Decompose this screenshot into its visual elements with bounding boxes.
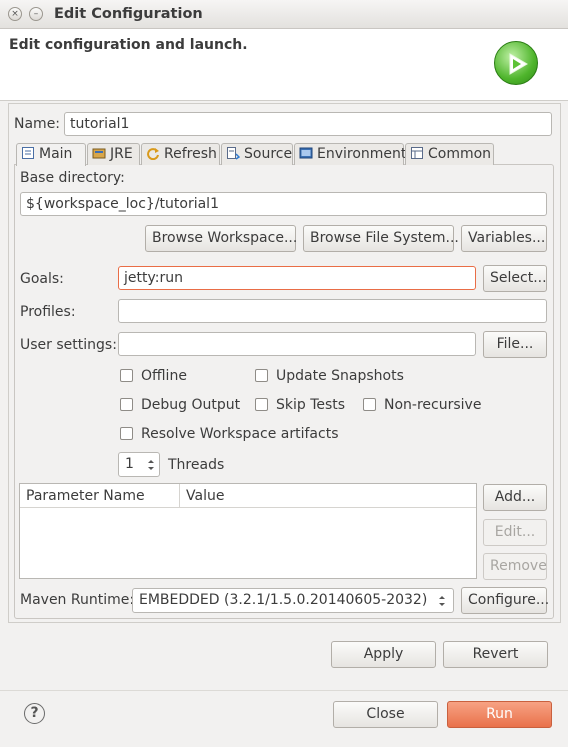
non-recursive-label: Non-recursive [384, 397, 482, 413]
column-value[interactable]: Value [180, 484, 476, 508]
jre-icon [92, 146, 106, 160]
tab-refresh[interactable]: Refresh [141, 143, 220, 165]
maven-runtime-select[interactable]: EMBEDDED (3.2.1/1.5.0.20140605-2032) [132, 588, 454, 613]
help-icon[interactable]: ? [24, 703, 45, 724]
base-directory-label: Base directory: [20, 170, 125, 186]
select-goals-button[interactable]: Select... [483, 265, 547, 292]
window-title: Edit Configuration [54, 6, 203, 22]
apply-button[interactable]: Apply [331, 641, 436, 668]
threads-value: 1 [125, 456, 134, 472]
footer-separator [0, 690, 568, 691]
common-icon [410, 146, 424, 160]
tab-environment[interactable]: Environment [294, 143, 406, 165]
tab-source[interactable]: Source [221, 143, 293, 165]
update-snapshots-label: Update Snapshots [276, 368, 404, 384]
profiles-field[interactable] [118, 299, 547, 323]
maven-runtime-value: EMBEDDED (3.2.1/1.5.0.20140605-2032) [139, 592, 428, 608]
dropdown-arrows-icon [439, 596, 445, 606]
threads-spinner[interactable]: 1 [118, 452, 160, 477]
edit-parameter-button[interactable]: Edit... [483, 519, 547, 546]
base-directory-field[interactable]: ${workspace_loc}/tutorial1 [20, 192, 547, 216]
debug-output-label: Debug Output [141, 397, 241, 413]
refresh-icon [146, 146, 160, 161]
resolve-workspace-checkbox[interactable] [120, 427, 133, 440]
source-icon [226, 146, 241, 160]
close-icon[interactable]: × [8, 7, 22, 21]
tab-jre[interactable]: JRE [87, 143, 140, 165]
run-button[interactable]: Run [447, 701, 552, 728]
spinner-arrows-icon[interactable] [146, 458, 156, 472]
run-launch-icon [494, 41, 538, 85]
name-field[interactable]: tutorial1 [64, 112, 552, 136]
update-snapshots-checkbox[interactable] [255, 369, 268, 382]
maven-runtime-label: Maven Runtime: [20, 592, 135, 608]
main-tab-icon [21, 146, 35, 160]
add-parameter-button[interactable]: Add... [483, 484, 547, 511]
goals-label: Goals: [20, 271, 64, 287]
offline-label: Offline [141, 368, 187, 384]
remove-parameter-button[interactable]: Remove [483, 553, 547, 580]
skip-tests-label: Skip Tests [276, 397, 346, 413]
name-label: Name: [14, 116, 61, 132]
non-recursive-checkbox[interactable] [363, 398, 376, 411]
configure-runtime-button[interactable]: Configure... [461, 587, 549, 614]
debug-output-checkbox[interactable] [120, 398, 133, 411]
profiles-label: Profiles: [20, 304, 76, 320]
offline-checkbox[interactable] [120, 369, 133, 382]
dialog-header-title: Edit configuration and launch. [9, 37, 248, 53]
minimize-icon[interactable]: – [29, 7, 43, 21]
close-button[interactable]: Close [333, 701, 438, 728]
tab-common[interactable]: Common [405, 143, 494, 165]
browse-workspace-button[interactable]: Browse Workspace... [145, 225, 297, 252]
browse-file-system-button[interactable]: Browse File System... [303, 225, 459, 252]
tab-main[interactable]: Main [16, 143, 86, 166]
variables-button[interactable]: Variables... [461, 225, 547, 252]
user-settings-label: User settings: [20, 337, 117, 353]
revert-button[interactable]: Revert [443, 641, 548, 668]
skip-tests-checkbox[interactable] [255, 398, 268, 411]
resolve-workspace-label: Resolve Workspace artifacts [141, 426, 339, 442]
parameters-table[interactable]: Parameter Name Value [19, 483, 477, 579]
threads-label: Threads [168, 457, 225, 473]
column-parameter-name[interactable]: Parameter Name [20, 484, 180, 508]
goals-field[interactable]: jetty:run [118, 266, 476, 290]
user-settings-file-button[interactable]: File... [483, 331, 547, 358]
user-settings-field[interactable] [118, 332, 476, 356]
environment-icon [299, 146, 313, 160]
